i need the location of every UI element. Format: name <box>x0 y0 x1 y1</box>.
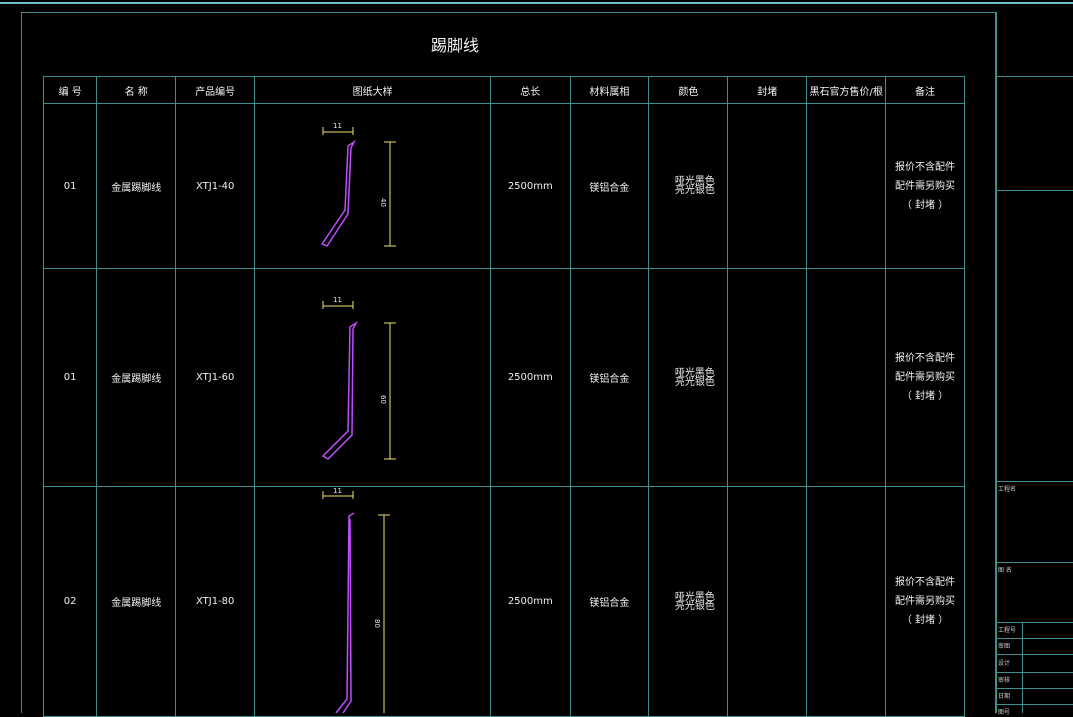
cell-code: XTJ1-80 <box>175 486 256 717</box>
tb-design: 设计 <box>998 660 1011 667</box>
page-title: 踢脚线 <box>430 36 479 55</box>
cell-drawing: 11 40 <box>254 103 492 269</box>
tb-divider <box>996 654 1073 655</box>
cell-drawing: 11 60 <box>254 268 492 487</box>
tb-divider <box>996 481 1073 482</box>
tb-inner-vline <box>1022 622 1023 713</box>
cell-no: 02 <box>42 486 98 717</box>
cell-seal <box>727 103 808 269</box>
tb-divider <box>996 704 1073 705</box>
dim-width-label: 11 <box>333 487 342 495</box>
cell-remark: 报价不含配件 配件需另购买（ 封堵 ） <box>885 268 965 487</box>
dim-height-label: 40 <box>379 198 387 207</box>
table-row: 02 金属踢脚线 XTJ1-80 11 80 2500mm 镁铝合金 哑光黑色亮… <box>42 486 965 717</box>
product-table: 编 号 名 称 产品编号 图纸大样 总长 材料属相 颜色 封堵 黑石官方售价/根… <box>42 76 965 717</box>
cell-seal <box>727 268 808 487</box>
profile-drawing-80: 11 80 <box>322 487 390 714</box>
tb-left-border <box>996 12 997 713</box>
tb-divider <box>996 76 1073 77</box>
header-code: 产品编号 <box>175 76 256 104</box>
tb-review: 审图 <box>998 643 1011 650</box>
cell-length: 2500mm <box>490 486 571 717</box>
table-row: 01 金属踢脚线 XTJ1-60 11 60 2500mm 镁铝合金 哑光黑色亮… <box>42 268 965 487</box>
cell-drawing: 11 80 <box>254 486 492 717</box>
cell-material: 镁铝合金 <box>569 103 650 269</box>
header-remark: 备注 <box>885 76 965 104</box>
cell-no: 01 <box>42 268 98 487</box>
tb-divider <box>996 190 1073 191</box>
header-drawing: 图纸大样 <box>254 76 492 104</box>
cell-color: 哑光黑色 亮光银色 <box>648 103 729 269</box>
tb-divider <box>996 638 1073 639</box>
header-price: 黑石官方售价/根 <box>806 76 887 104</box>
title-block: 工程名 图 名 工程号 审图 设计 审核 日期 图号 <box>996 12 1073 716</box>
dim-width-label: 11 <box>333 296 342 304</box>
header-no: 编 号 <box>42 76 98 104</box>
top-border-line <box>0 2 1073 4</box>
dim-height-label: 60 <box>379 395 387 404</box>
cell-length: 2500mm <box>490 103 571 269</box>
tb-divider <box>996 562 1073 563</box>
tb-divider <box>996 672 1073 673</box>
dim-height-label: 80 <box>373 619 381 628</box>
cell-material: 镁铝合金 <box>569 268 650 487</box>
tb-divider <box>996 622 1073 623</box>
tb-drawing-no: 工程号 <box>998 627 1017 634</box>
cell-code: XTJ1-40 <box>175 103 256 269</box>
profile-drawing-40: 11 40 <box>320 122 396 247</box>
cell-color: 哑光黑色 亮光银色 <box>648 486 729 717</box>
cell-code: XTJ1-60 <box>175 268 256 487</box>
table-header-row: 编 号 名 称 产品编号 图纸大样 总长 材料属相 颜色 封堵 黑石官方售价/根… <box>42 76 965 104</box>
profile-drawing-60: 11 60 <box>321 296 396 460</box>
tb-divider <box>996 688 1073 689</box>
cell-price <box>806 268 887 487</box>
cell-price <box>806 486 887 717</box>
tb-check: 审核 <box>998 677 1011 684</box>
tb-scale: 图号 <box>998 709 1011 716</box>
cell-name: 金属踢脚线 <box>96 103 177 269</box>
header-length: 总长 <box>490 76 571 104</box>
cell-name: 金属踢脚线 <box>96 268 177 487</box>
dim-width-label: 11 <box>333 122 342 130</box>
cell-price <box>806 103 887 269</box>
tb-project-name: 工程名 <box>998 486 1017 493</box>
cell-material: 镁铝合金 <box>569 486 650 717</box>
header-seal: 封堵 <box>727 76 808 104</box>
cell-remark: 报价不含配件 配件需另购买（ 封堵 ） <box>885 103 965 269</box>
cell-remark: 报价不含配件 配件需另购买（ 封堵 ） <box>885 486 965 717</box>
cell-length: 2500mm <box>490 268 571 487</box>
cell-name: 金属踢脚线 <box>96 486 177 717</box>
cell-color: 哑光黑色 亮光银色 <box>648 268 729 487</box>
header-name: 名 称 <box>96 76 177 104</box>
tb-drawing-name: 图 名 <box>998 567 1012 574</box>
table-row: 01 金属踢脚线 XTJ1-40 11 40 2500mm 镁铝合金 哑光黑色亮… <box>42 103 965 269</box>
header-color: 颜色 <box>648 76 729 104</box>
tb-date: 日期 <box>998 693 1011 700</box>
cell-seal <box>727 486 808 717</box>
cell-no: 01 <box>42 103 98 269</box>
header-material: 材料属相 <box>569 76 650 104</box>
